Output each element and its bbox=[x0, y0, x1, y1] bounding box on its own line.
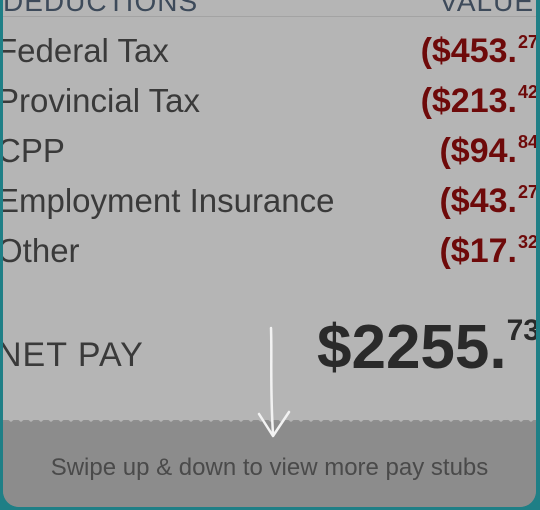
deduction-label: Provincial Tax bbox=[3, 82, 200, 119]
deduction-label: Employment Insurance bbox=[3, 182, 335, 219]
net-pay-amount: $2255.73 bbox=[316, 313, 536, 382]
deduction-row-cpp: CPP ($94.84 bbox=[3, 132, 536, 182]
deduction-row-provincial-tax: Provincial Tax ($213.42 bbox=[3, 82, 536, 132]
deductions-header-label: DEDUCTIONS bbox=[3, 0, 199, 17]
deduction-row-employment-insurance: Employment Insurance ($43.27 bbox=[3, 182, 536, 232]
deductions-header-value: VALUE bbox=[439, 0, 534, 17]
deduction-label: CPP bbox=[3, 132, 65, 169]
deduction-label: Other bbox=[3, 232, 80, 269]
deduction-amount: ($453.27 bbox=[420, 32, 536, 70]
deduction-label: Federal Tax bbox=[3, 32, 169, 69]
deduction-amount: ($43.27 bbox=[439, 182, 536, 220]
deduction-amount: ($213.42 bbox=[420, 82, 536, 120]
deduction-row-federal-tax: Federal Tax ($453.27 bbox=[3, 32, 536, 82]
deduction-amount: ($94.84 bbox=[439, 132, 536, 170]
deduction-amount: ($17.32 bbox=[439, 232, 536, 270]
swipe-down-arrow-icon bbox=[257, 326, 291, 438]
pay-stub-view[interactable]: DEDUCTIONS VALUE Federal Tax ($453.27 Pr… bbox=[3, 0, 536, 507]
swipe-hint-text: Swipe up & down to view more pay stubs bbox=[50, 454, 489, 481]
deductions-header: DEDUCTIONS VALUE bbox=[3, 0, 536, 17]
deduction-row-other: Other ($17.32 bbox=[3, 232, 536, 282]
net-pay-label: NET PAY bbox=[3, 336, 144, 374]
